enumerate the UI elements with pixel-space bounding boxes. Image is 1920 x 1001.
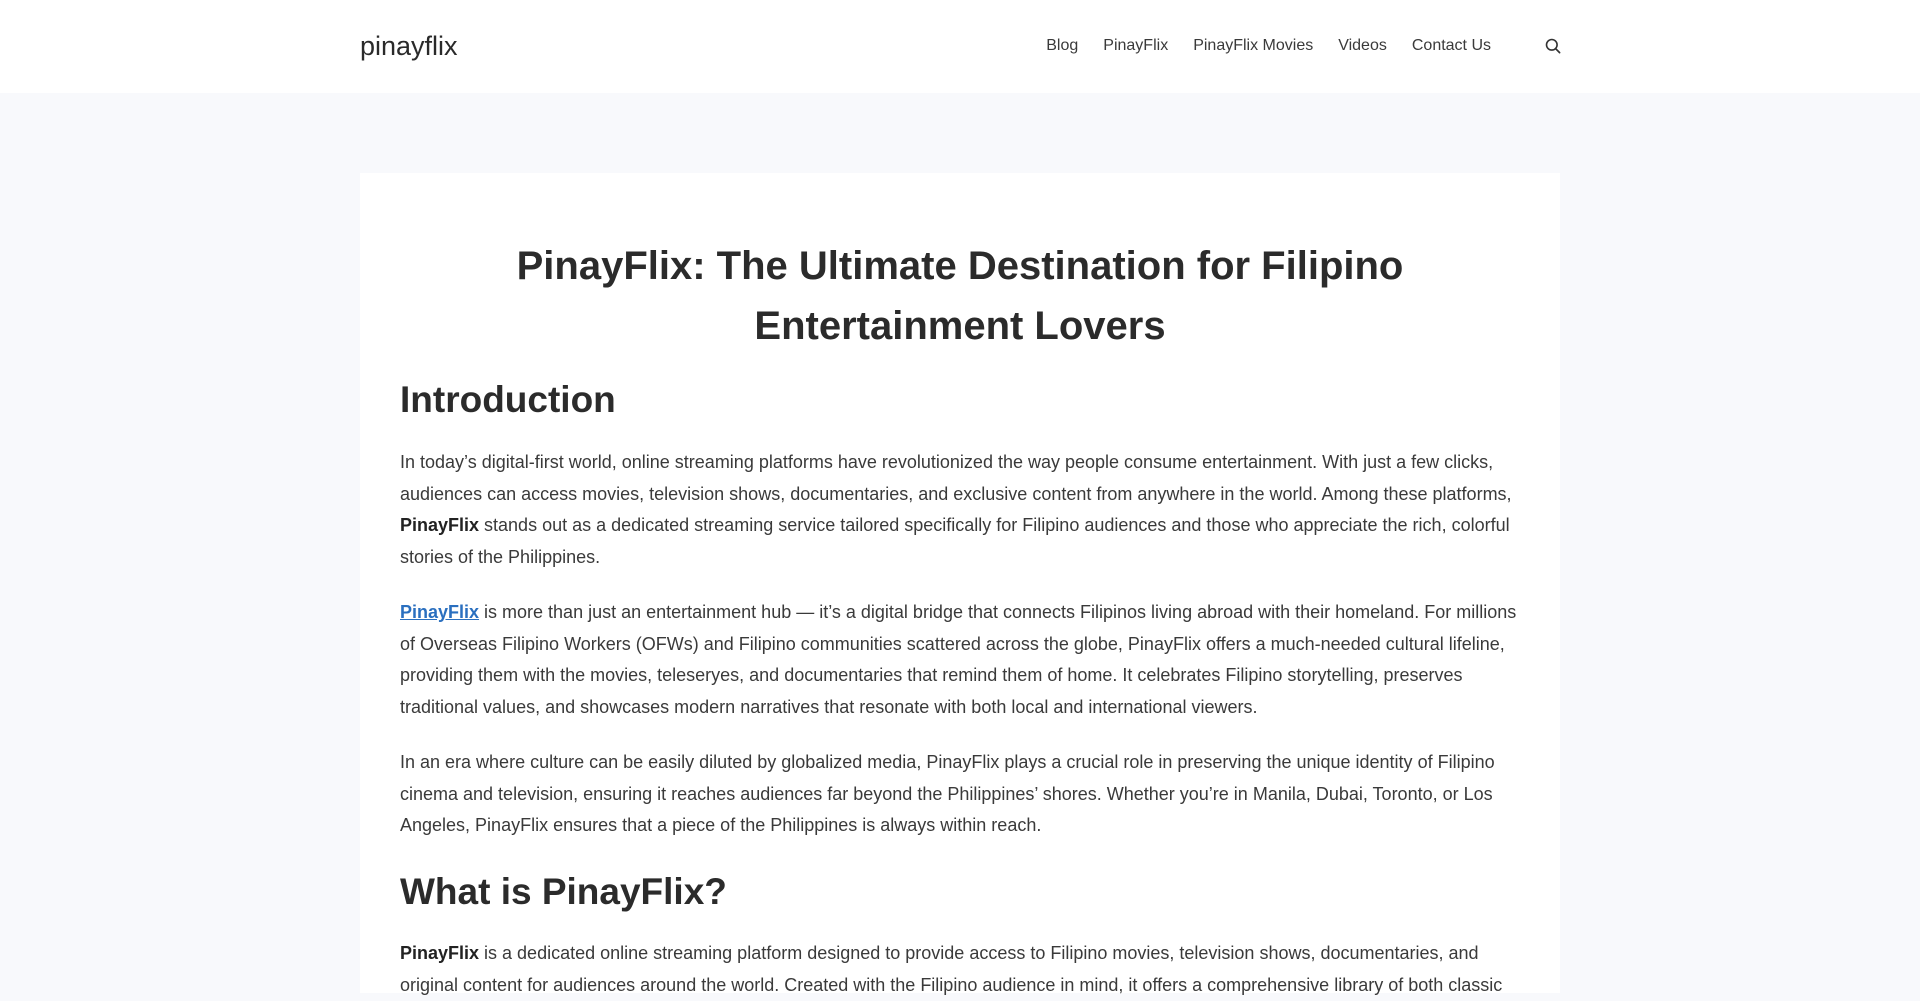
pinayflix-link[interactable]: PinayFlix [400,602,479,622]
section-heading-introduction: Introduction [400,379,616,420]
paragraph-text: is a dedicated online streaming platform… [400,943,1503,995]
nav-item-pinayflix[interactable]: PinayFlix [1103,34,1168,58]
paragraph-text: is more than just an entertainment hub —… [400,602,1517,717]
nav-item-pinayflix-movies[interactable]: PinayFlix Movies [1193,34,1313,58]
paragraph-text: stands out as a dedicated streaming serv… [400,515,1510,567]
post-title: PinayFlix: The Ultimate Destination for … [516,244,1404,348]
primary-nav: Blog PinayFlix PinayFlix Movies Videos C… [1046,34,1491,58]
bold-term: PinayFlix [400,515,480,535]
nav-item-blog[interactable]: Blog [1046,34,1078,58]
search-button[interactable] [1543,36,1563,56]
paragraph-intro-3: In an era where culture can be easily di… [400,752,1495,835]
section-heading-what-is-pinayflix: What is PinayFlix? [400,871,727,912]
bold-term: PinayFlix [400,943,480,963]
search-icon [1545,38,1561,54]
site-title-link[interactable]: pinayflix [360,28,458,64]
paragraph-text: In today’s digital-first world, online s… [400,452,1512,504]
nav-item-videos[interactable]: Videos [1338,34,1387,58]
nav-item-contact-us[interactable]: Contact Us [1412,34,1491,58]
site-header: pinayflix Blog PinayFlix PinayFlix Movie… [0,0,1920,93]
paragraph-what-is-1: PinayFlix is a dedicated online streamin… [400,938,1520,1001]
paragraph-intro-1: In today’s digital-first world, online s… [400,447,1520,573]
paragraph-intro-2: PinayFlix is more than just an entertain… [400,597,1520,723]
article-card: PinayFlix: The Ultimate Destination for … [360,173,1560,995]
